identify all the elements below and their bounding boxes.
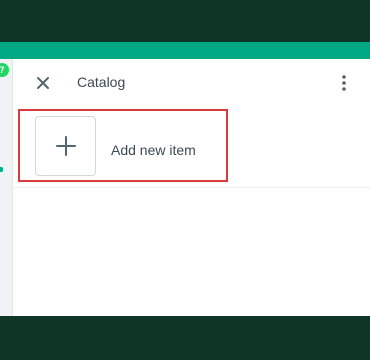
bottom-backdrop — [0, 316, 370, 360]
kebab-menu-icon — [342, 75, 346, 91]
panel-header: Catalog — [13, 59, 370, 107]
accent-bar — [0, 42, 370, 59]
catalog-panel: Catalog Add new item — [13, 59, 370, 316]
left-sidebar-strip — [0, 59, 13, 316]
highlight-outline — [18, 109, 228, 182]
close-button[interactable] — [33, 73, 53, 93]
active-indicator — [0, 167, 3, 172]
top-backdrop — [0, 0, 370, 42]
close-icon — [37, 77, 49, 89]
menu-button[interactable] — [335, 73, 353, 93]
page-title: Catalog — [77, 74, 126, 90]
